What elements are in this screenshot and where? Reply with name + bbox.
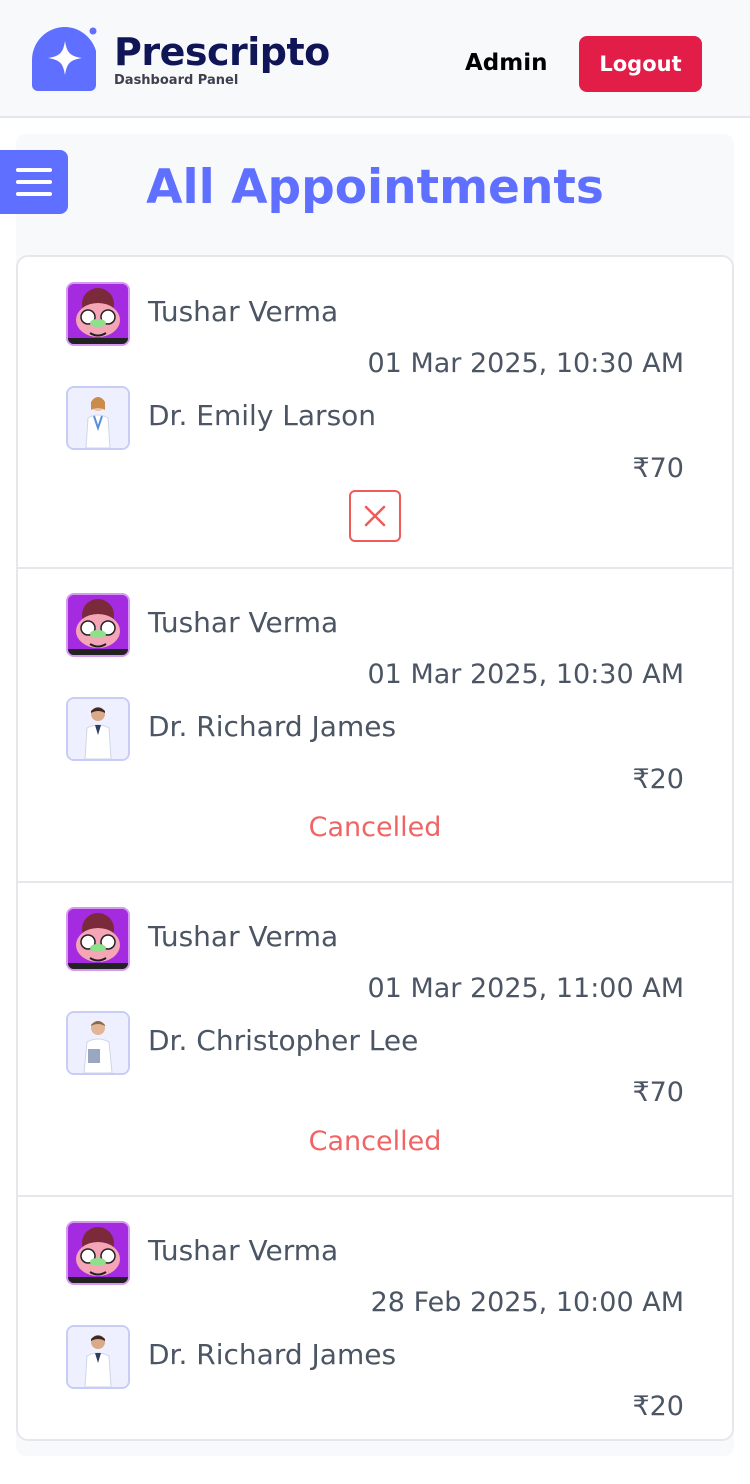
- logo-icon: [32, 27, 97, 91]
- doctor-avatar-icon: [68, 699, 128, 759]
- patient-name: Tushar Verma: [148, 1234, 339, 1267]
- user-role: Admin: [465, 50, 548, 76]
- doctor-avatar: [66, 1325, 130, 1389]
- patient-name: Tushar Verma: [148, 295, 339, 328]
- patient-avatar-icon: [68, 1223, 128, 1283]
- doctor-name: Dr. Richard James: [148, 710, 397, 743]
- patient-name: Tushar Verma: [148, 606, 339, 639]
- appointment-fee: ₹20: [632, 764, 684, 795]
- appointments-list: Tushar Verma 01 Mar 2025, 10:30 AM Dr. E…: [16, 255, 734, 1441]
- appointment-card: Tushar Verma 28 Feb 2025, 10:00 AM Dr. R…: [18, 1197, 732, 1439]
- doctor-avatar-icon: [68, 1327, 128, 1387]
- doctor-name: Dr. Richard James: [148, 1338, 397, 1371]
- patient-avatar-icon: [68, 595, 128, 655]
- brand-subtitle: Dashboard Panel: [114, 73, 239, 88]
- appointment-fee: ₹70: [632, 1077, 684, 1108]
- patient-avatar: [66, 282, 130, 346]
- doctor-avatar: [66, 1011, 130, 1075]
- appointment-card: Tushar Verma 01 Mar 2025, 10:30 AM Dr. R…: [18, 569, 732, 883]
- appointment-card: Tushar Verma 01 Mar 2025, 10:30 AM Dr. E…: [18, 257, 732, 569]
- patient-avatar: [66, 1221, 130, 1285]
- doctor-avatar: [66, 697, 130, 761]
- doctor-name: Dr. Emily Larson: [148, 399, 377, 432]
- status-cancelled: Cancelled: [308, 812, 442, 843]
- logout-button[interactable]: Logout: [579, 36, 702, 92]
- patient-name: Tushar Verma: [148, 920, 339, 953]
- appointment-datetime: 01 Mar 2025, 10:30 AM: [367, 659, 685, 690]
- top-navbar: Prescripto Dashboard Panel Admin Logout: [0, 0, 750, 118]
- patient-avatar-icon: [68, 909, 128, 969]
- doctor-name: Dr. Christopher Lee: [148, 1024, 419, 1057]
- doctor-avatar-icon: [68, 1013, 128, 1073]
- page-title: All Appointments: [146, 160, 604, 215]
- patient-avatar: [66, 907, 130, 971]
- appointment-datetime: 01 Mar 2025, 11:00 AM: [367, 973, 685, 1004]
- cancel-icon: [364, 505, 386, 527]
- status-cancelled: Cancelled: [308, 1126, 442, 1157]
- appointment-fee: ₹70: [632, 453, 684, 484]
- cancel-appointment-button[interactable]: [349, 490, 401, 542]
- doctor-avatar: [66, 386, 130, 450]
- patient-avatar-icon: [68, 284, 128, 344]
- brand-name: Prescripto: [114, 30, 330, 74]
- appointment-fee: ₹20: [632, 1391, 684, 1422]
- appointment-card: Tushar Verma 01 Mar 2025, 11:00 AM Dr. C…: [18, 883, 732, 1197]
- doctor-avatar-icon: [68, 388, 128, 448]
- appointment-datetime: 01 Mar 2025, 10:30 AM: [367, 348, 685, 379]
- patient-avatar: [66, 593, 130, 657]
- appointment-datetime: 28 Feb 2025, 10:00 AM: [370, 1287, 684, 1318]
